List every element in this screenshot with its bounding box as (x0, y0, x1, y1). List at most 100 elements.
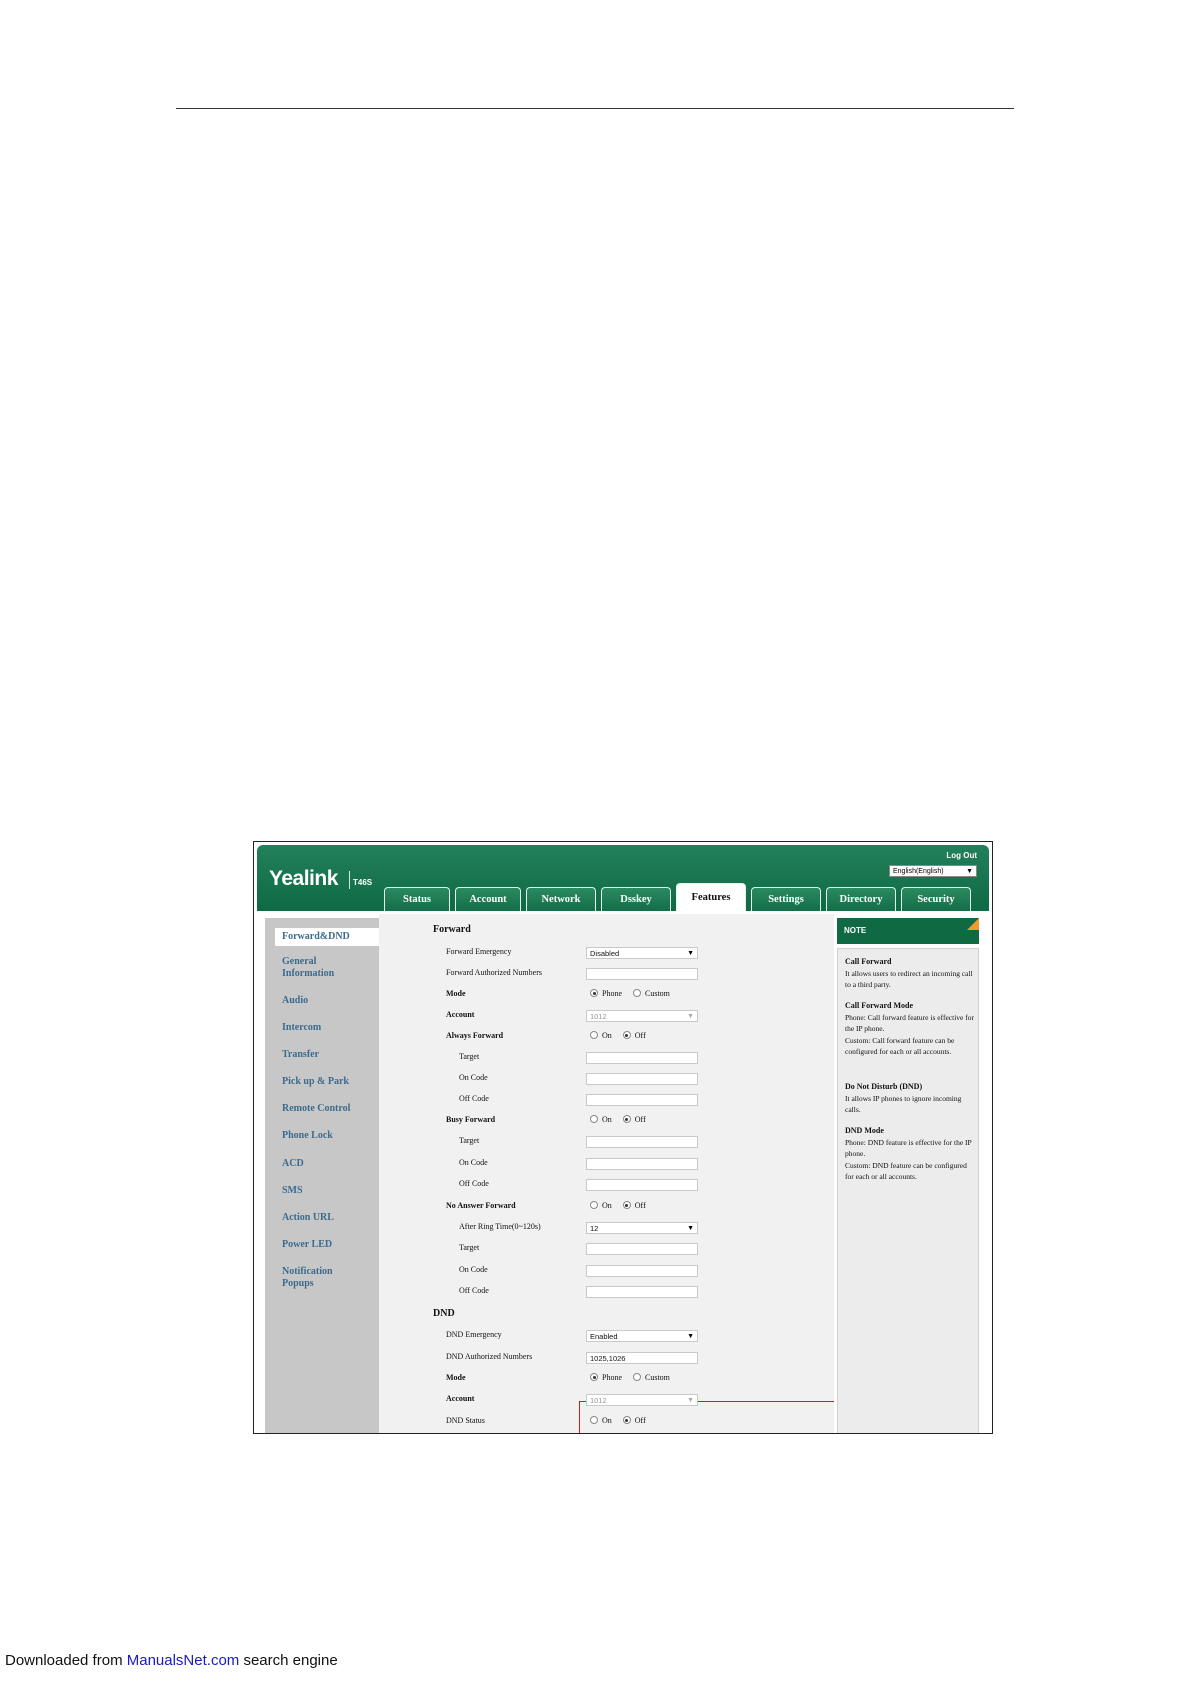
language-value: English(English) (893, 868, 944, 875)
model-label: T46S (353, 878, 373, 887)
always-off-code-input[interactable] (586, 1094, 698, 1106)
dnd-account-select[interactable]: 1012 ▼ (586, 1394, 698, 1406)
forward-mode-phone-text: Phone (602, 989, 622, 998)
no-answer-on-radio[interactable] (590, 1201, 598, 1209)
always-off-code-label: Off Code (459, 1094, 489, 1103)
note-dnd-mode-phone: Phone: DND feature is effective for the … (845, 1138, 972, 1158)
note-cf-mode-phone: Phone: Call forward feature is effective… (845, 1013, 974, 1033)
sidebar-item-general-information-2[interactable]: Information (282, 968, 334, 980)
chevron-down-icon: ▼ (687, 1013, 694, 1020)
dnd-status-radios: On Off (590, 1416, 655, 1425)
sidebar-item-notification-popups-2[interactable]: Popups (282, 1278, 314, 1290)
sidebar-item-sms[interactable]: SMS (282, 1185, 303, 1197)
tab-directory[interactable]: Directory (826, 887, 896, 911)
logout-link[interactable]: Log Out (946, 851, 977, 860)
dnd-status-off-radio[interactable] (622, 1416, 631, 1424)
forward-account-label: Account (446, 1010, 475, 1019)
footer-link[interactable]: ManualsNet.com (127, 1652, 240, 1669)
sidebar-item-intercom[interactable]: Intercom (282, 1022, 321, 1034)
forward-mode-custom-radio[interactable] (633, 989, 641, 997)
tab-security[interactable]: Security (901, 887, 971, 911)
busy-on-code-input[interactable] (586, 1158, 698, 1170)
sidebar-item-phone-lock[interactable]: Phone Lock (282, 1130, 333, 1142)
ring-time-select[interactable]: 12 ▼ (586, 1222, 698, 1234)
sidebar-item-acd[interactable]: ACD (282, 1158, 304, 1170)
tab-status[interactable]: Status (384, 887, 450, 911)
no-answer-on-text: On (602, 1201, 612, 1210)
page-header-rule (176, 108, 1014, 109)
dnd-mode-label: Mode (446, 1373, 466, 1382)
busy-forward-off-radio[interactable] (622, 1115, 631, 1123)
always-forward-on-radio[interactable] (590, 1031, 598, 1039)
no-answer-off-code-input[interactable] (586, 1286, 698, 1298)
sidebar-item-audio[interactable]: Audio (282, 995, 308, 1007)
busy-target-input[interactable] (586, 1136, 698, 1148)
dnd-mode-phone-radio[interactable] (590, 1373, 598, 1381)
forward-authorized-input[interactable] (586, 968, 698, 980)
sidebar-item-power-led[interactable]: Power LED (282, 1239, 332, 1251)
sidebar-item-forward-dnd[interactable]: Forward&DND (275, 928, 379, 946)
tab-features[interactable]: Features (676, 883, 746, 911)
no-answer-on-code-input[interactable] (586, 1265, 698, 1277)
forward-emergency-select[interactable]: Disabled ▼ (586, 947, 698, 959)
forward-mode-label: Mode (446, 989, 466, 998)
forward-mode-radios: Phone Custom (590, 989, 679, 998)
footer-suffix: search engine (239, 1652, 338, 1669)
sidebar-item-transfer[interactable]: Transfer (282, 1049, 319, 1061)
dnd-authorized-value: 1025,1026 (590, 1354, 626, 1363)
always-target-input[interactable] (586, 1052, 698, 1064)
dnd-mode-custom-radio[interactable] (633, 1373, 641, 1381)
sidebar-item-pickup-park[interactable]: Pick up & Park (282, 1076, 349, 1088)
main-panel: Forward Forward Emergency Disabled ▼ For… (379, 914, 854, 1433)
always-on-code-input[interactable] (586, 1073, 698, 1085)
sidebar-item-remote-control[interactable]: Remote Control (282, 1103, 350, 1115)
busy-off-code-label: Off Code (459, 1179, 489, 1188)
no-answer-forward-label: No Answer Forward (446, 1201, 516, 1210)
dnd-mode-custom-text: Custom (645, 1373, 670, 1382)
always-target-label: Target (459, 1052, 480, 1061)
dnd-mode-phone-text: Phone (602, 1373, 622, 1382)
no-answer-target-input[interactable] (586, 1243, 698, 1255)
always-forward-off-radio[interactable] (622, 1031, 631, 1039)
note-title: NOTE (844, 926, 867, 935)
always-forward-radios: On Off (590, 1031, 655, 1040)
note-dnd-mode-title: DND Mode (845, 1126, 884, 1135)
note-call-forward-title: Call Forward (845, 957, 892, 966)
sidebar-item-general-information[interactable]: General (282, 956, 316, 968)
note-dnd-mode-custom: Custom: DND feature can be configured fo… (845, 1161, 967, 1181)
no-answer-on-code-label: On Code (459, 1265, 488, 1274)
busy-off-code-input[interactable] (586, 1179, 698, 1191)
note-panel: NOTE Call Forward It allows users to red… (834, 914, 984, 1433)
no-answer-off-radio[interactable] (622, 1201, 631, 1209)
yealink-logo: Yealink (269, 867, 338, 890)
sidebar-item-notification-popups[interactable]: Notification (282, 1266, 333, 1278)
tab-network[interactable]: Network (526, 887, 596, 911)
note-header: NOTE (837, 918, 979, 944)
forward-mode-phone-radio[interactable] (590, 989, 598, 997)
busy-target-label: Target (459, 1136, 480, 1145)
dnd-status-label: DND Status (446, 1416, 485, 1425)
busy-forward-radios: On Off (590, 1115, 655, 1124)
dnd-section-title: DND (433, 1308, 455, 1319)
note-cf-mode-title: Call Forward Mode (845, 1001, 913, 1010)
no-answer-off-code-label: Off Code (459, 1286, 489, 1295)
dnd-authorized-input[interactable]: 1025,1026 (586, 1352, 698, 1364)
dnd-status-on-radio[interactable] (590, 1416, 598, 1424)
dnd-status-on-text: On (602, 1416, 612, 1425)
tab-settings[interactable]: Settings (751, 887, 821, 911)
note-body: Call Forward It allows users to redirect… (837, 948, 979, 1433)
language-select[interactable]: English(English) ▼ (889, 865, 977, 877)
web-ui-screenshot: Yealink T46S Log Out English(English) ▼ … (253, 841, 993, 1434)
always-forward-off-text: Off (634, 1031, 646, 1040)
busy-forward-on-radio[interactable] (590, 1115, 598, 1123)
ring-time-label: After Ring Time(0~120s) (459, 1222, 541, 1231)
tab-account[interactable]: Account (455, 887, 521, 911)
note-corner-icon (967, 918, 979, 930)
note-dnd-text: It allows IP phones to ignore incoming c… (845, 1094, 962, 1114)
footer-text: Downloaded from ManualsNet.com search en… (5, 1652, 338, 1669)
tab-dsskey[interactable]: Dsskey (601, 887, 671, 911)
always-forward-label: Always Forward (446, 1031, 504, 1040)
dnd-emergency-select[interactable]: Enabled ▼ (586, 1330, 698, 1342)
sidebar-item-action-url[interactable]: Action URL (282, 1212, 334, 1224)
forward-account-select[interactable]: 1012 ▼ (586, 1010, 698, 1022)
